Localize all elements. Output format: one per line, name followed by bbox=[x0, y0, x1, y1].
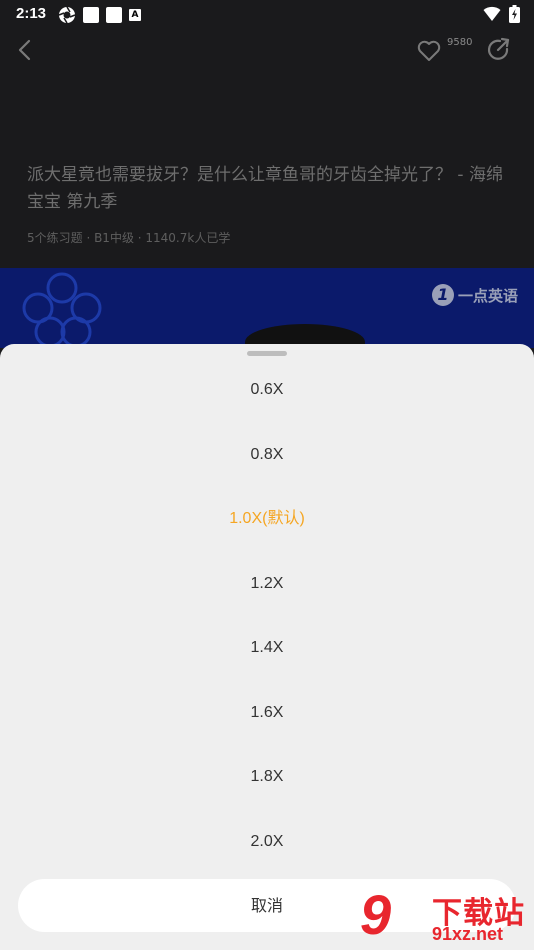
notification-square-icon bbox=[106, 7, 122, 23]
wifi-icon bbox=[483, 6, 501, 21]
status-icons-right bbox=[483, 5, 520, 23]
speed-option[interactable]: 0.8X bbox=[0, 435, 534, 475]
video-watermark: 1 一点英语 bbox=[431, 284, 518, 306]
sheet-drag-handle[interactable] bbox=[247, 351, 287, 356]
share-icon[interactable] bbox=[486, 37, 512, 63]
status-icons-left: A bbox=[58, 6, 141, 24]
status-bar: 2:13 A bbox=[0, 0, 534, 28]
battery-charging-icon bbox=[509, 5, 520, 23]
speed-option[interactable]: 2.0X bbox=[0, 822, 534, 862]
heart-icon[interactable] bbox=[416, 38, 442, 64]
playback-speed-sheet: 0.6X 0.8X 1.0X(默认) 1.2X 1.4X 1.6X 1.8X 2.0X 取消 bbox=[0, 344, 534, 950]
speed-option[interactable]: 1.0X(默认) bbox=[0, 499, 534, 539]
speed-option[interactable]: 1.4X bbox=[0, 628, 534, 668]
app-logo-icon: 1 bbox=[431, 284, 454, 306]
video-player[interactable]: 1 一点英语 bbox=[0, 268, 534, 348]
video-title: 派大星竟也需要拔牙？是什么让章鱼哥的牙齿全掉光了？ - 海绵宝宝 第九季 bbox=[27, 165, 503, 212]
status-time: 2:13 bbox=[16, 5, 47, 22]
aperture-icon bbox=[58, 6, 76, 24]
video-meta: 5个练习题 · B1中级 · 1140.7k人已学 bbox=[27, 231, 231, 245]
corner-watermark-url: 91xz.net bbox=[432, 924, 504, 944]
speed-option[interactable]: 1.2X bbox=[0, 564, 534, 604]
video-header: 9580 bbox=[0, 28, 534, 72]
corner-watermark-mark: 9 bbox=[360, 883, 392, 946]
a-icon: A bbox=[129, 9, 141, 21]
corner-watermark-logo: 9 下载站 91xz.net bbox=[360, 883, 530, 946]
speed-option[interactable]: 1.6X bbox=[0, 693, 534, 733]
notification-square-icon bbox=[83, 7, 99, 23]
like-count: 9580 bbox=[447, 37, 473, 48]
speed-option[interactable]: 1.8X bbox=[0, 757, 534, 797]
watermark-text: 一点英语 bbox=[457, 286, 518, 305]
speed-option[interactable]: 0.6X bbox=[0, 370, 534, 410]
flower-pattern bbox=[22, 272, 102, 348]
chevron-left-icon[interactable] bbox=[12, 36, 40, 64]
